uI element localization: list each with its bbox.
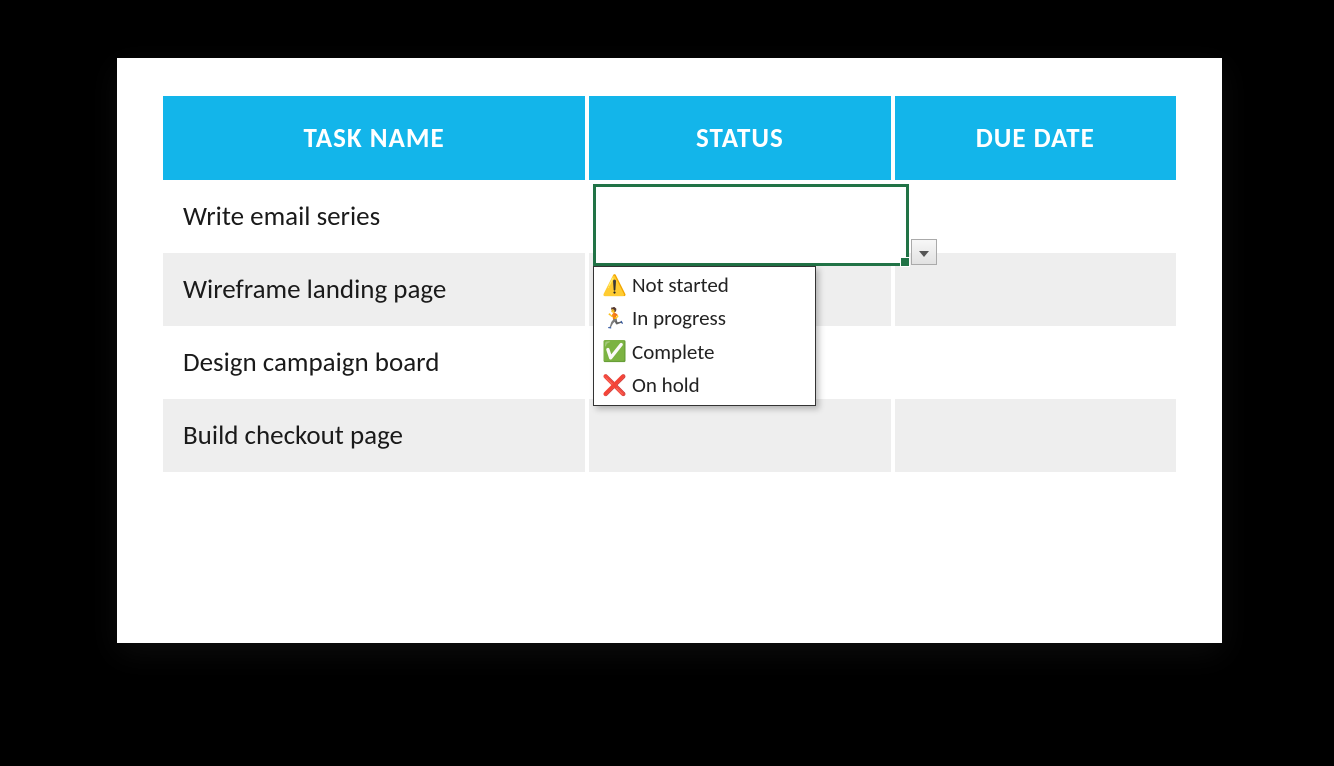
checkmark-icon: ✅ [602,338,626,366]
table-row [163,472,1176,545]
dropdown-option-label: Not started [632,271,729,300]
dropdown-toggle-button[interactable] [911,239,937,265]
dropdown-option-on-hold[interactable]: ❌ On hold [594,369,815,402]
cell-task[interactable]: Write email series [163,180,585,253]
table-row: Build checkout page [163,399,1176,472]
cross-icon: ❌ [602,372,626,400]
cell-due[interactable] [895,399,1176,472]
cell-task[interactable]: Design campaign board [163,326,585,399]
table-wrapper: TASK NAME STATUS DUE DATE Write email se… [117,58,1222,575]
cell-empty[interactable] [589,472,891,545]
spreadsheet-panel: TASK NAME STATUS DUE DATE Write email se… [117,58,1222,643]
chevron-down-icon [919,243,929,262]
dropdown-option-in-progress[interactable]: 🏃 In progress [594,302,815,335]
table-row: Write email series [163,180,1176,253]
cell-empty[interactable] [895,472,1176,545]
cell-task[interactable]: Build checkout page [163,399,585,472]
cell-due[interactable] [895,326,1176,399]
header-task-name[interactable]: TASK NAME [163,96,585,180]
dropdown-option-label: On hold [632,371,700,400]
dropdown-option-complete[interactable]: ✅ Complete [594,336,815,369]
cell-empty[interactable] [163,472,585,545]
cell-status-selected[interactable] [589,180,891,253]
status-dropdown-list[interactable]: ⚠️ Not started 🏃 In progress ✅ Complete … [593,266,816,406]
running-icon: 🏃 [602,305,626,333]
dropdown-option-label: In progress [632,304,726,333]
cell-task[interactable]: Wireframe landing page [163,253,585,326]
dropdown-option-label: Complete [632,338,715,367]
cell-status[interactable] [589,399,891,472]
header-due-date[interactable]: DUE DATE [895,96,1176,180]
warning-icon: ⚠️ [602,272,626,300]
dropdown-option-not-started[interactable]: ⚠️ Not started [594,269,815,302]
header-status[interactable]: STATUS [589,96,891,180]
